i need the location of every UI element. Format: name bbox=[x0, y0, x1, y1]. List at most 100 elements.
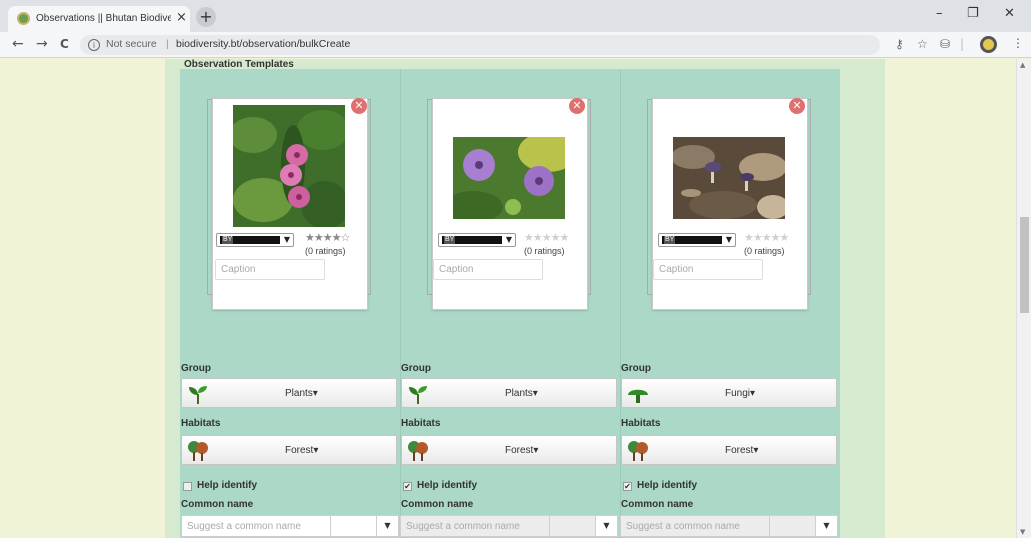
common-name-label: Common name bbox=[181, 499, 254, 510]
group-value: Fungi▾ bbox=[725, 388, 756, 399]
plant-icon bbox=[406, 382, 430, 406]
chevron-down-icon[interactable]: ▼ bbox=[815, 516, 837, 536]
column-divider bbox=[620, 69, 621, 538]
info-icon[interactable]: i bbox=[88, 39, 100, 51]
ratings-count: (0 ratings) bbox=[744, 246, 785, 256]
group-select[interactable]: Plants▾ bbox=[181, 378, 397, 408]
help-identify-checkbox[interactable]: ✔ bbox=[623, 482, 632, 491]
ratings-count: (0 ratings) bbox=[305, 246, 346, 256]
common-name-input[interactable] bbox=[182, 516, 330, 536]
rating-stars[interactable]: ★★★★★ bbox=[524, 231, 569, 244]
purple-flowers-photo bbox=[453, 137, 565, 219]
chevron-down-icon: ▼ bbox=[505, 235, 512, 244]
rating-stars[interactable]: ★★★★★ bbox=[744, 231, 789, 244]
caption-input[interactable]: Caption bbox=[215, 259, 325, 280]
address-bar[interactable]: i Not secure | biodiversity.bt/observati… bbox=[80, 35, 880, 55]
help-identify-label: Help identify bbox=[637, 480, 698, 491]
habitat-value: Forest▾ bbox=[505, 445, 539, 456]
common-name-input[interactable] bbox=[621, 516, 769, 536]
ratings-count: (0 ratings) bbox=[524, 246, 565, 256]
profile-avatar[interactable] bbox=[980, 36, 997, 53]
chevron-down-icon: ▼ bbox=[725, 235, 732, 244]
tab-close-icon[interactable]: × bbox=[176, 11, 187, 25]
section-title: Observation Templates bbox=[184, 59, 294, 70]
bookmark-star-icon[interactable]: ☆ bbox=[917, 37, 928, 51]
key-icon[interactable]: ⚷ bbox=[895, 37, 904, 51]
plant-icon bbox=[186, 382, 210, 406]
habitat-select[interactable]: Forest▾ bbox=[401, 435, 617, 465]
url-text[interactable]: biodiversity.bt/observation/bulkCreate bbox=[176, 38, 350, 50]
language-select[interactable] bbox=[549, 516, 597, 536]
site-favicon-icon bbox=[17, 12, 30, 25]
cc-license-badge: BY bbox=[442, 236, 502, 244]
browser-titlebar: Observations || Bhutan Biodivers × + – ❐… bbox=[0, 0, 1031, 32]
security-label: Not secure bbox=[106, 38, 157, 50]
browser-tab[interactable]: Observations || Bhutan Biodivers × bbox=[8, 6, 190, 32]
habitat-value: Forest▾ bbox=[285, 445, 319, 456]
remove-photo-icon[interactable]: ✕ bbox=[569, 98, 585, 114]
remove-photo-icon[interactable]: ✕ bbox=[789, 98, 805, 114]
common-name-label: Common name bbox=[401, 499, 474, 510]
group-label: Group bbox=[181, 363, 211, 374]
url-separator: | bbox=[166, 38, 169, 50]
language-select[interactable] bbox=[330, 516, 378, 536]
chevron-down-icon[interactable]: ▼ bbox=[595, 516, 617, 536]
habitats-label: Habitats bbox=[621, 418, 661, 429]
common-name-combo[interactable]: ▼ bbox=[181, 515, 399, 537]
scroll-up-icon[interactable]: ▲ bbox=[1020, 61, 1025, 69]
common-name-input[interactable] bbox=[401, 516, 549, 536]
language-select[interactable] bbox=[769, 516, 817, 536]
help-identify-label: Help identify bbox=[197, 480, 258, 491]
reload-icon[interactable]: C bbox=[60, 35, 69, 53]
close-window-icon[interactable]: ✕ bbox=[1004, 6, 1015, 21]
common-name-combo[interactable]: ▼ bbox=[620, 515, 838, 537]
forest-icon bbox=[626, 439, 650, 463]
license-dropdown[interactable]: BY ▼ bbox=[216, 233, 294, 247]
minimize-icon[interactable]: – bbox=[936, 6, 943, 21]
remove-photo-icon[interactable]: ✕ bbox=[351, 98, 367, 114]
restore-icon[interactable]: ❐ bbox=[967, 6, 979, 21]
column-divider bbox=[400, 69, 401, 538]
habitats-label: Habitats bbox=[181, 418, 221, 429]
group-select[interactable]: Fungi▾ bbox=[621, 378, 837, 408]
group-value: Plants▾ bbox=[505, 388, 538, 399]
common-name-label: Common name bbox=[621, 499, 694, 510]
common-name-combo[interactable]: ▼ bbox=[400, 515, 618, 537]
vertical-scrollbar[interactable]: ▲ ▼ bbox=[1016, 59, 1031, 538]
cc-license-badge: BY bbox=[220, 236, 280, 244]
habitat-value: Forest▾ bbox=[725, 445, 759, 456]
extension-icon[interactable]: ⛁ bbox=[940, 37, 950, 51]
fungi-photo bbox=[673, 137, 785, 219]
scroll-down-icon[interactable]: ▼ bbox=[1020, 528, 1025, 536]
menu-dots-icon[interactable]: ⋮ bbox=[1012, 36, 1024, 50]
caption-input[interactable]: Caption bbox=[433, 259, 543, 280]
page-viewport: Observation Templates ✕ BY ▼ ★★★★☆ (0 ra… bbox=[0, 59, 1016, 538]
help-identify-checkbox[interactable]: ✔ bbox=[403, 482, 412, 491]
help-identify-checkbox[interactable] bbox=[183, 482, 192, 491]
group-value: Plants▾ bbox=[285, 388, 318, 399]
chevron-down-icon[interactable]: ▼ bbox=[376, 516, 398, 536]
group-label: Group bbox=[621, 363, 651, 374]
help-identify-label: Help identify bbox=[417, 480, 478, 491]
scrollbar-thumb[interactable] bbox=[1020, 217, 1029, 313]
observation-card: ✕ BY ▼ ★★★★☆ (0 ratings) Caption bbox=[212, 98, 368, 310]
group-select[interactable]: Plants▾ bbox=[401, 378, 617, 408]
observation-card: ✕ BY ▼ ★★★★★ (0 ratings) Caption bbox=[432, 98, 588, 310]
habitat-select[interactable]: Forest▾ bbox=[181, 435, 397, 465]
chevron-down-icon: ▼ bbox=[283, 235, 290, 244]
back-icon[interactable]: ← bbox=[12, 35, 24, 53]
rating-stars[interactable]: ★★★★☆ bbox=[305, 231, 350, 244]
browser-toolbar: ← → C i Not secure | biodiversity.bt/obs… bbox=[0, 32, 1031, 58]
license-dropdown[interactable]: BY ▼ bbox=[438, 233, 516, 247]
license-dropdown[interactable]: BY ▼ bbox=[658, 233, 736, 247]
habitat-select[interactable]: Forest▾ bbox=[621, 435, 837, 465]
forest-icon bbox=[186, 439, 210, 463]
caption-input[interactable]: Caption bbox=[653, 259, 763, 280]
observation-card: ✕ BY ▼ ★★★★★ (0 ratings) Caption bbox=[652, 98, 808, 310]
pink-flowers-photo bbox=[233, 105, 345, 227]
new-tab-button[interactable]: + bbox=[196, 7, 216, 27]
forward-icon[interactable]: → bbox=[36, 35, 48, 53]
tab-title: Observations || Bhutan Biodivers bbox=[36, 13, 171, 24]
group-label: Group bbox=[401, 363, 431, 374]
toolbar-divider: | bbox=[960, 37, 965, 51]
